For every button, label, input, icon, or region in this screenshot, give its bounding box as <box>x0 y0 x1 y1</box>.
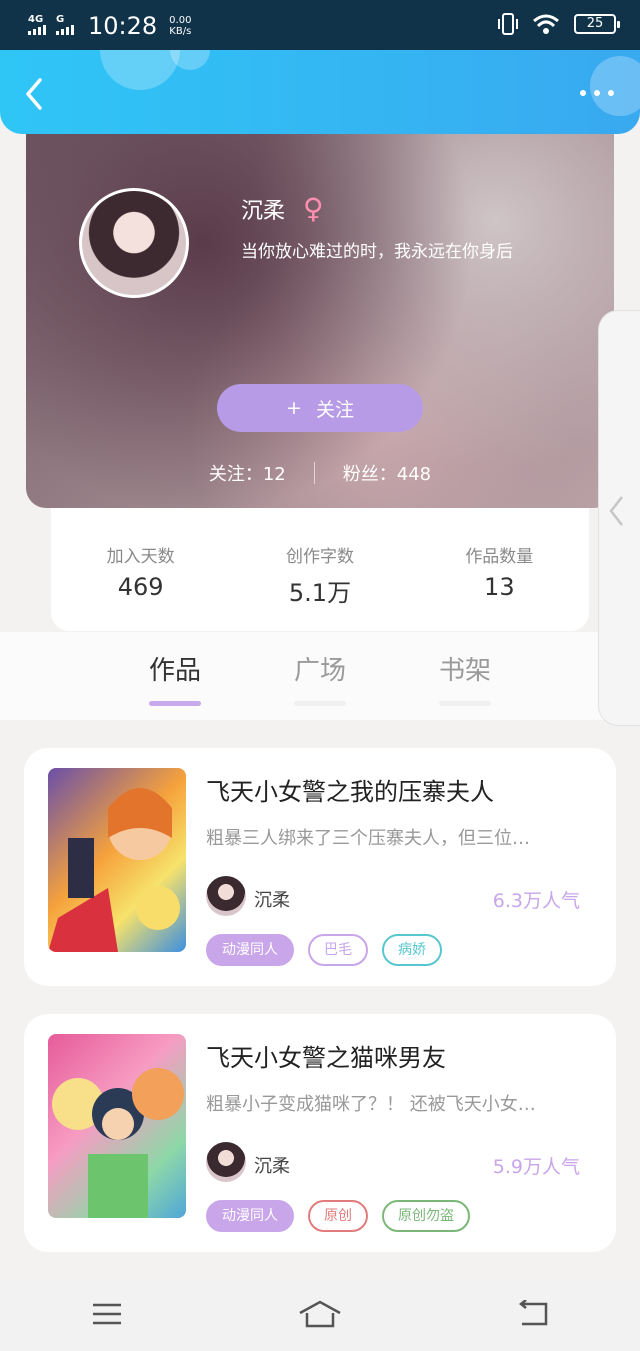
avatar[interactable] <box>79 188 189 298</box>
cover-artwork <box>48 788 180 952</box>
book-title[interactable]: 飞天小女警之我的压寨夫人 <box>206 772 494 807</box>
top-bar <box>0 50 640 134</box>
fans-count[interactable]: 粉丝：448 <box>343 460 431 486</box>
author-name: 沉柔 <box>254 890 290 911</box>
following-count[interactable]: 关注：12 <box>209 460 286 486</box>
tag-list: 动漫同人 巴毛 病娇 <box>206 934 442 966</box>
profile-name-row: 沉柔 ♀ <box>241 192 324 225</box>
more-options-icon[interactable] <box>580 90 614 102</box>
profile-name: 沉柔 <box>241 198 286 224</box>
speed-value: 0.00 <box>169 15 192 26</box>
status-left: 4G G 10:28 0.00 KB/s <box>28 12 191 40</box>
book-card[interactable]: 飞天小女警之我的压寨夫人 粗暴三人绑来了三个压寨夫人，但三位… 沉柔 6.3万人… <box>24 748 616 986</box>
tag[interactable]: 巴毛 <box>308 934 368 966</box>
follow-label: 关注 <box>315 398 354 421</box>
tab-label: 书架 <box>438 656 491 686</box>
book-title[interactable]: 飞天小女警之猫咪男友 <box>206 1038 446 1073</box>
profile-signature: 当你放心难过的时，我永远在你身后 <box>241 242 513 262</box>
stats-card: 加入天数 469 创作字数 5.1万 作品数量 13 <box>51 490 589 631</box>
author-avatar <box>206 876 246 916</box>
book-cover[interactable] <box>48 1034 186 1218</box>
stat-value: 5.1万 <box>288 579 352 607</box>
tag-list: 动漫同人 原创 原创勿盗 <box>206 1200 470 1232</box>
signal-indicator-2: G <box>56 13 78 38</box>
network-type-1: 4G <box>28 13 44 25</box>
author-name: 沉柔 <box>254 1156 290 1177</box>
signal-bars-icon <box>56 24 74 35</box>
book-description: 粗暴小子变成猫咪了？！ 还被飞天小女… <box>206 1094 536 1115</box>
tab-indicator <box>439 701 491 706</box>
wifi-icon <box>533 14 559 34</box>
clock: 10:28 <box>88 12 158 40</box>
female-icon: ♀ <box>303 192 324 225</box>
profile-header: 沉柔 ♀ 当你放心难过的时，我永远在你身后 + 关注 关注：12 粉丝：448 <box>26 100 614 508</box>
book-card[interactable]: 飞天小女警之猫咪男友 粗暴小子变成猫咪了？！ 还被飞天小女… 沉柔 5.9万人气… <box>24 1014 616 1252</box>
tab-label: 广场 <box>293 656 346 686</box>
system-nav-bar <box>0 1276 640 1351</box>
follow-stats: 关注：12 粉丝：448 <box>26 460 614 486</box>
speed-unit: KB/s <box>169 26 192 37</box>
book-cover[interactable] <box>48 768 186 952</box>
popularity-count: 5.9万人气 <box>492 1156 580 1178</box>
stat-works-count: 作品数量 13 <box>410 542 589 631</box>
popularity-count: 6.3万人气 <box>492 890 580 912</box>
tab-indicator <box>294 701 346 706</box>
author-avatar <box>206 1142 246 1182</box>
signal-bars-icon <box>28 24 46 35</box>
tag[interactable]: 动漫同人 <box>206 934 294 966</box>
tab-square[interactable]: 广场 <box>275 650 365 706</box>
tag[interactable]: 动漫同人 <box>206 1200 294 1232</box>
tab-works[interactable]: 作品 <box>130 650 220 706</box>
back-arrow-icon[interactable] <box>22 76 52 112</box>
plus-icon: + <box>286 397 302 419</box>
back-icon[interactable] <box>508 1294 558 1334</box>
signal-indicator-1: 4G <box>28 13 50 38</box>
home-icon[interactable] <box>295 1294 345 1334</box>
network-speed: 0.00 KB/s <box>169 15 191 37</box>
tab-bar: 作品 广场 书架 <box>0 632 640 720</box>
decor-bubble <box>100 50 180 90</box>
cover-artwork <box>52 1068 184 1218</box>
stat-join-days: 加入天数 469 <box>51 542 230 631</box>
stat-word-count: 创作字数 5.1万 <box>230 542 409 631</box>
stat-label: 创作字数 <box>285 547 354 567</box>
status-bar: 4G G 10:28 0.00 KB/s 25 <box>0 0 640 50</box>
follow-button[interactable]: + 关注 <box>217 384 423 432</box>
chevron-left-icon <box>609 496 623 526</box>
status-right: 25 <box>498 12 620 36</box>
tab-bookshelf[interactable]: 书架 <box>420 650 510 706</box>
network-type-2: G <box>56 13 65 25</box>
tab-indicator <box>149 701 201 706</box>
battery-icon: 25 <box>574 14 620 34</box>
stat-label: 作品数量 <box>465 547 534 567</box>
stat-value: 469 <box>117 573 164 601</box>
tab-label: 作品 <box>148 656 201 686</box>
divider <box>313 462 315 484</box>
tag[interactable]: 病娇 <box>382 934 442 966</box>
book-description: 粗暴三人绑来了三个压寨夫人，但三位… <box>206 828 530 849</box>
decor-bubble <box>590 56 640 116</box>
tag[interactable]: 原创 <box>308 1200 368 1232</box>
menu-icon[interactable] <box>82 1294 132 1334</box>
side-drawer-handle[interactable] <box>598 310 640 726</box>
tag[interactable]: 原创勿盗 <box>382 1200 470 1232</box>
vibrate-icon <box>498 13 518 35</box>
stat-value: 13 <box>484 573 515 601</box>
stat-label: 加入天数 <box>106 547 175 567</box>
